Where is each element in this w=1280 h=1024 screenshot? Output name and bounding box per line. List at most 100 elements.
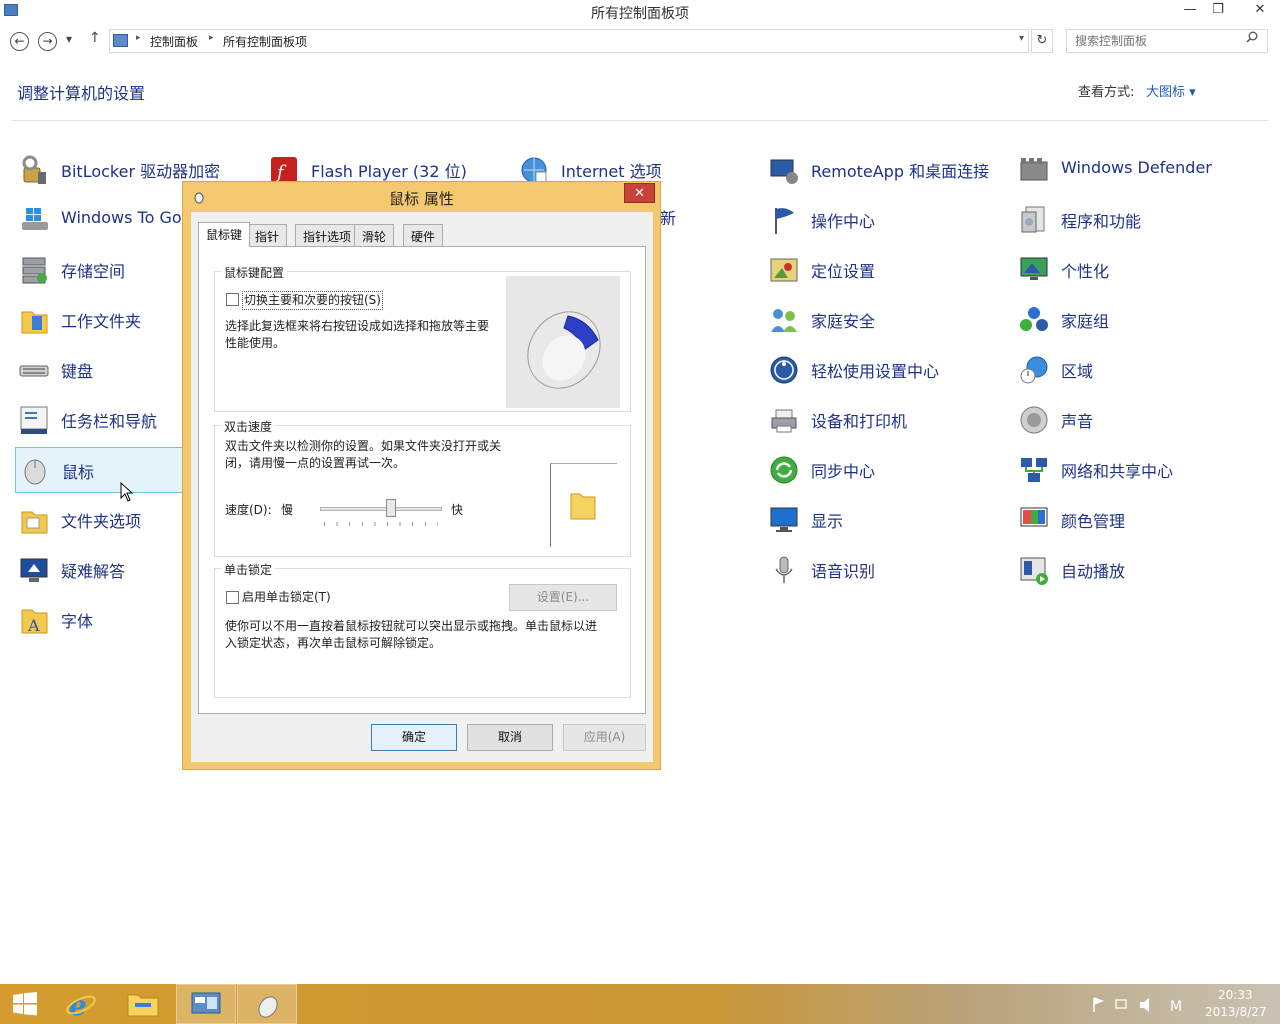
action-center-icon <box>775 208 794 234</box>
click-lock-settings-button[interactable]: 设置(E)... <box>509 584 617 611</box>
item-programs-features[interactable]: 程序和功能 <box>1015 200 1255 240</box>
item-network-sharing[interactable]: 网络和共享中心 <box>1015 450 1255 490</box>
speed-slider-track[interactable] <box>320 507 442 511</box>
click-lock-checkbox[interactable] <box>226 591 239 604</box>
item-label: 程序和功能 <box>1061 212 1142 231</box>
recent-locations-button[interactable]: ▾ <box>66 32 72 46</box>
minimize-button[interactable]: — <box>1176 0 1204 22</box>
item-autoplay[interactable]: 自动播放 <box>1015 550 1255 590</box>
devices-printers-icon <box>771 409 797 433</box>
mouse-preview <box>506 276 620 408</box>
page-title: 调整计算机的设置 <box>17 84 146 103</box>
mouse-properties-button[interactable] <box>237 984 297 1024</box>
item-label: Windows To Go <box>61 208 182 227</box>
item-label: BitLocker 驱动器加密 <box>61 162 221 181</box>
clock-time[interactable]: 20:33 <box>1218 988 1253 1002</box>
search-input[interactable] <box>1066 29 1268 53</box>
back-button[interactable]: ← <box>10 32 29 51</box>
speed-slider-thumb[interactable] <box>385 499 396 517</box>
click-lock-description-1: 使你可以不用一直按着鼠标按钮就可以突出显示或拖拽。单击鼠标以进 <box>225 619 598 633</box>
tab-buttons[interactable]: 鼠标键 <box>198 222 251 247</box>
apply-button[interactable]: 应用(A) <box>563 724 646 751</box>
start-button[interactable] <box>0 984 60 1024</box>
search-icon[interactable] <box>1246 31 1258 43</box>
item-action-center[interactable]: 操作中心 <box>765 200 1005 240</box>
address-box[interactable]: ▸ 控制面板 ▸ 所有控制面板项 ▾ <box>109 29 1029 53</box>
close-button[interactable]: ✕ <box>1240 0 1280 22</box>
item-region[interactable]: 区域 <box>1015 350 1255 390</box>
microphone-icon <box>775 556 793 583</box>
group-click-lock: 单击锁定 启用单击锁定(T) 设置(E)... 使你可以不用一直按着鼠标按钮就可… <box>214 561 631 698</box>
window-title: 所有控制面板项 <box>591 6 689 22</box>
dialog-close-button[interactable]: ✕ <box>624 183 655 203</box>
file-explorer-button[interactable] <box>113 984 173 1024</box>
crumb-separator[interactable]: ▸ <box>136 33 141 43</box>
item-label: 轻松使用设置中心 <box>811 362 940 381</box>
up-button[interactable]: ↑ <box>89 30 101 46</box>
folder-icon[interactable] <box>569 488 597 520</box>
item-family-safety[interactable]: 家庭安全 <box>765 300 1005 340</box>
item-label: 颜色管理 <box>1061 512 1126 531</box>
tab-pointers[interactable]: 指针 <box>247 224 288 246</box>
restore-button[interactable]: ❐ <box>1204 0 1232 22</box>
speaker-icon <box>1020 406 1048 434</box>
item-sync-center[interactable]: 同步中心 <box>765 450 1005 490</box>
item-label: 同步中心 <box>811 462 876 481</box>
divider <box>12 120 1268 121</box>
double-click-description-1: 双击文件夹以检测你的设置。如果文件夹没打开或关 <box>225 439 502 453</box>
item-color-management[interactable]: 颜色管理 <box>1015 500 1255 540</box>
item-location-settings[interactable]: 定位设置 <box>765 250 1005 290</box>
tab-pointer-options[interactable]: 指针选项 <box>295 224 360 246</box>
item-personalization[interactable]: 个性化 <box>1015 250 1255 290</box>
taskbar: e M <box>0 984 1280 1024</box>
item-label: 鼠标 <box>62 463 95 482</box>
item-label: Flash Player (32 位) <box>311 162 467 181</box>
item-windows-defender[interactable]: Windows Defender <box>1015 150 1255 190</box>
group-title: 双击速度 <box>221 418 276 435</box>
internet-explorer-button[interactable]: e <box>52 984 112 1024</box>
cancel-button[interactable]: 取消 <box>467 724 553 751</box>
switch-buttons-checkbox[interactable] <box>226 293 239 306</box>
system-tray-icons[interactable]: M <box>1090 996 1190 1014</box>
sync-center-icon <box>770 456 798 484</box>
item-label: 显示 <box>811 512 844 531</box>
item-homegroup[interactable]: 家庭组 <box>1015 300 1255 340</box>
view-by-dropdown[interactable]: 大图标 ▾ <box>1146 81 1196 100</box>
clock-date[interactable]: 2013/8/27 <box>1205 1005 1267 1019</box>
breadcrumb-all-items[interactable]: 所有控制面板项 <box>223 33 307 50</box>
button-config-description-1: 选择此复选框来将右按钮设成如选择和拖放等主要 <box>225 319 490 333</box>
address-dropdown-button[interactable]: ▾ <box>1019 33 1024 44</box>
group-title: 鼠标键配置 <box>221 264 288 281</box>
item-mouse[interactable]: 鼠标 <box>15 447 183 493</box>
address-toolbar: ← → ▾ ↑ ▸ 控制面板 ▸ 所有控制面板项 ▾ ↻ <box>0 26 1280 56</box>
svg-text:M: M <box>1170 999 1182 1014</box>
breadcrumb-control-panel[interactable]: 控制面板 <box>150 33 198 50</box>
switch-buttons-label[interactable]: 切换主要和次要的按钮(S) <box>242 291 383 310</box>
item-sound[interactable]: 声音 <box>1015 400 1255 440</box>
work-folders-icon <box>21 311 48 334</box>
test-area[interactable] <box>550 463 617 547</box>
view-by-label: 查看方式: <box>1078 85 1135 100</box>
item-remoteapp[interactable]: RemoteApp 和桌面连接 <box>765 150 1015 190</box>
storage-spaces-icon <box>22 257 47 284</box>
speed-fast-label: 快 <box>451 503 464 517</box>
mouse-properties-dialog: 鼠标 属性 ✕ 鼠标键 指针 指针选项 滑轮 硬件 鼠标键配置 切换主要和次要的… <box>182 181 661 770</box>
homegroup-icon <box>1020 307 1048 331</box>
item-speech-recognition[interactable]: 语音识别 <box>765 550 1005 590</box>
item-label: 键盘 <box>61 362 94 381</box>
ok-button[interactable]: 确定 <box>371 724 457 751</box>
forward-button[interactable]: → <box>38 32 57 51</box>
crumb-separator[interactable]: ▸ <box>209 33 214 43</box>
refresh-button[interactable]: ↻ <box>1031 29 1053 53</box>
autoplay-icon <box>1020 557 1048 585</box>
partial-item-label[interactable]: 新 <box>660 210 676 227</box>
tab-wheel[interactable]: 滑轮 <box>354 224 395 246</box>
control-panel-button[interactable] <box>176 984 236 1024</box>
item-label: 疑难解答 <box>61 562 126 581</box>
tab-hardware[interactable]: 硬件 <box>403 224 444 246</box>
windows-defender-icon <box>1020 158 1048 181</box>
item-devices-printers[interactable]: 设备和打印机 <box>765 400 1005 440</box>
click-lock-label[interactable]: 启用单击锁定(T) <box>242 589 331 606</box>
item-ease-of-access[interactable]: 轻松使用设置中心 <box>765 350 1005 390</box>
item-display[interactable]: 显示 <box>765 500 1005 540</box>
